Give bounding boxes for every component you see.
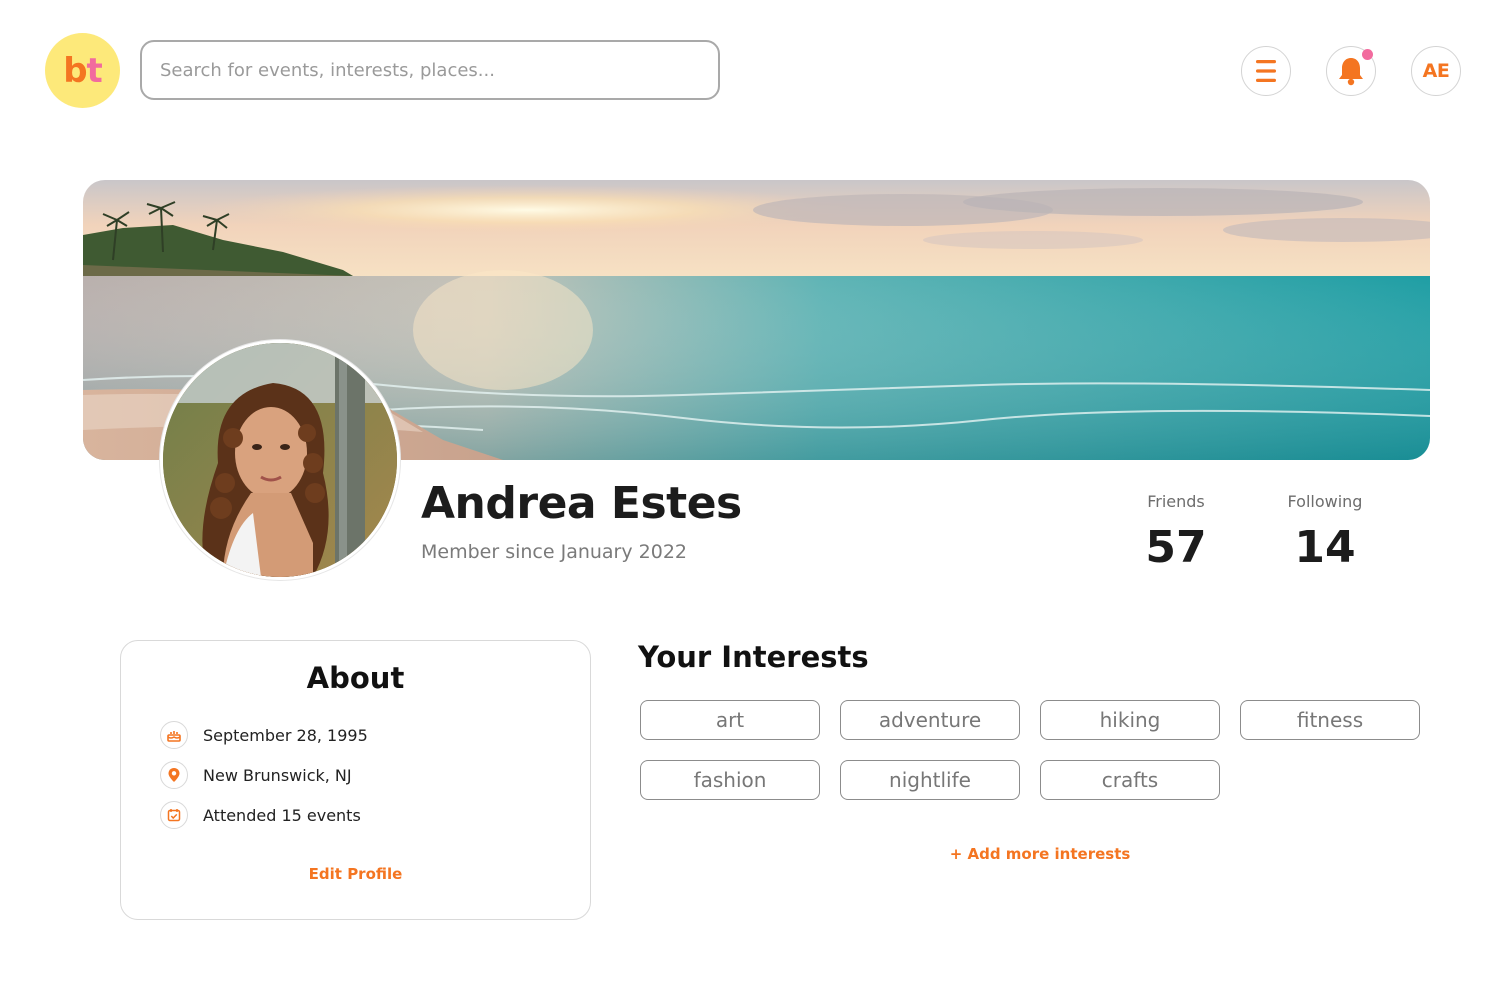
avatar-initials: AE bbox=[1422, 60, 1450, 82]
app-logo[interactable]: bt bbox=[45, 33, 120, 108]
interest-chip-hiking[interactable]: hiking bbox=[1040, 700, 1220, 740]
logo-letter-b: b bbox=[63, 50, 87, 91]
member-since: Member since January 2022 bbox=[421, 541, 688, 563]
interest-chip-art[interactable]: art bbox=[640, 700, 820, 740]
following-count[interactable]: 14 bbox=[1265, 522, 1385, 573]
profile-name: Andrea Estes bbox=[421, 478, 742, 529]
profile-picture[interactable] bbox=[160, 340, 400, 580]
following-label: Following bbox=[1287, 492, 1363, 511]
location-pin-icon bbox=[160, 761, 188, 789]
location-text: New Brunswick, NJ bbox=[203, 765, 352, 785]
notifications-button[interactable] bbox=[1326, 46, 1376, 96]
interest-chip-crafts[interactable]: crafts bbox=[1040, 760, 1220, 800]
friends-count[interactable]: 57 bbox=[1116, 522, 1236, 573]
interest-chip-adventure[interactable]: adventure bbox=[840, 700, 1020, 740]
hamburger-icon bbox=[1256, 60, 1276, 82]
user-avatar-button[interactable]: AE bbox=[1411, 46, 1461, 96]
logo-letter-t: t bbox=[86, 50, 103, 91]
interest-chip-fashion[interactable]: fashion bbox=[640, 760, 820, 800]
add-interests-link[interactable]: + Add more interests bbox=[900, 845, 1180, 863]
search-input[interactable] bbox=[140, 40, 720, 100]
cake-icon bbox=[160, 721, 188, 749]
bell-icon bbox=[1339, 58, 1363, 86]
about-location-row: New Brunswick, NJ bbox=[160, 761, 352, 789]
about-events-row: Attended 15 events bbox=[160, 801, 361, 829]
friends-label: Friends bbox=[1147, 492, 1205, 511]
notification-dot bbox=[1362, 49, 1373, 60]
edit-profile-link[interactable]: Edit Profile bbox=[121, 865, 590, 883]
interest-chip-fitness[interactable]: fitness bbox=[1240, 700, 1420, 740]
events-attended-text: Attended 15 events bbox=[203, 805, 361, 825]
birthday-text: September 28, 1995 bbox=[203, 725, 368, 745]
about-title: About bbox=[306, 661, 405, 695]
menu-button[interactable] bbox=[1241, 46, 1291, 96]
interest-chip-nightlife[interactable]: nightlife bbox=[840, 760, 1020, 800]
about-card: About September 28, 1995 New Brunswick, … bbox=[120, 640, 591, 920]
interests-title: Your Interests bbox=[638, 640, 869, 674]
about-birthday-row: September 28, 1995 bbox=[160, 721, 368, 749]
calendar-check-icon bbox=[160, 801, 188, 829]
